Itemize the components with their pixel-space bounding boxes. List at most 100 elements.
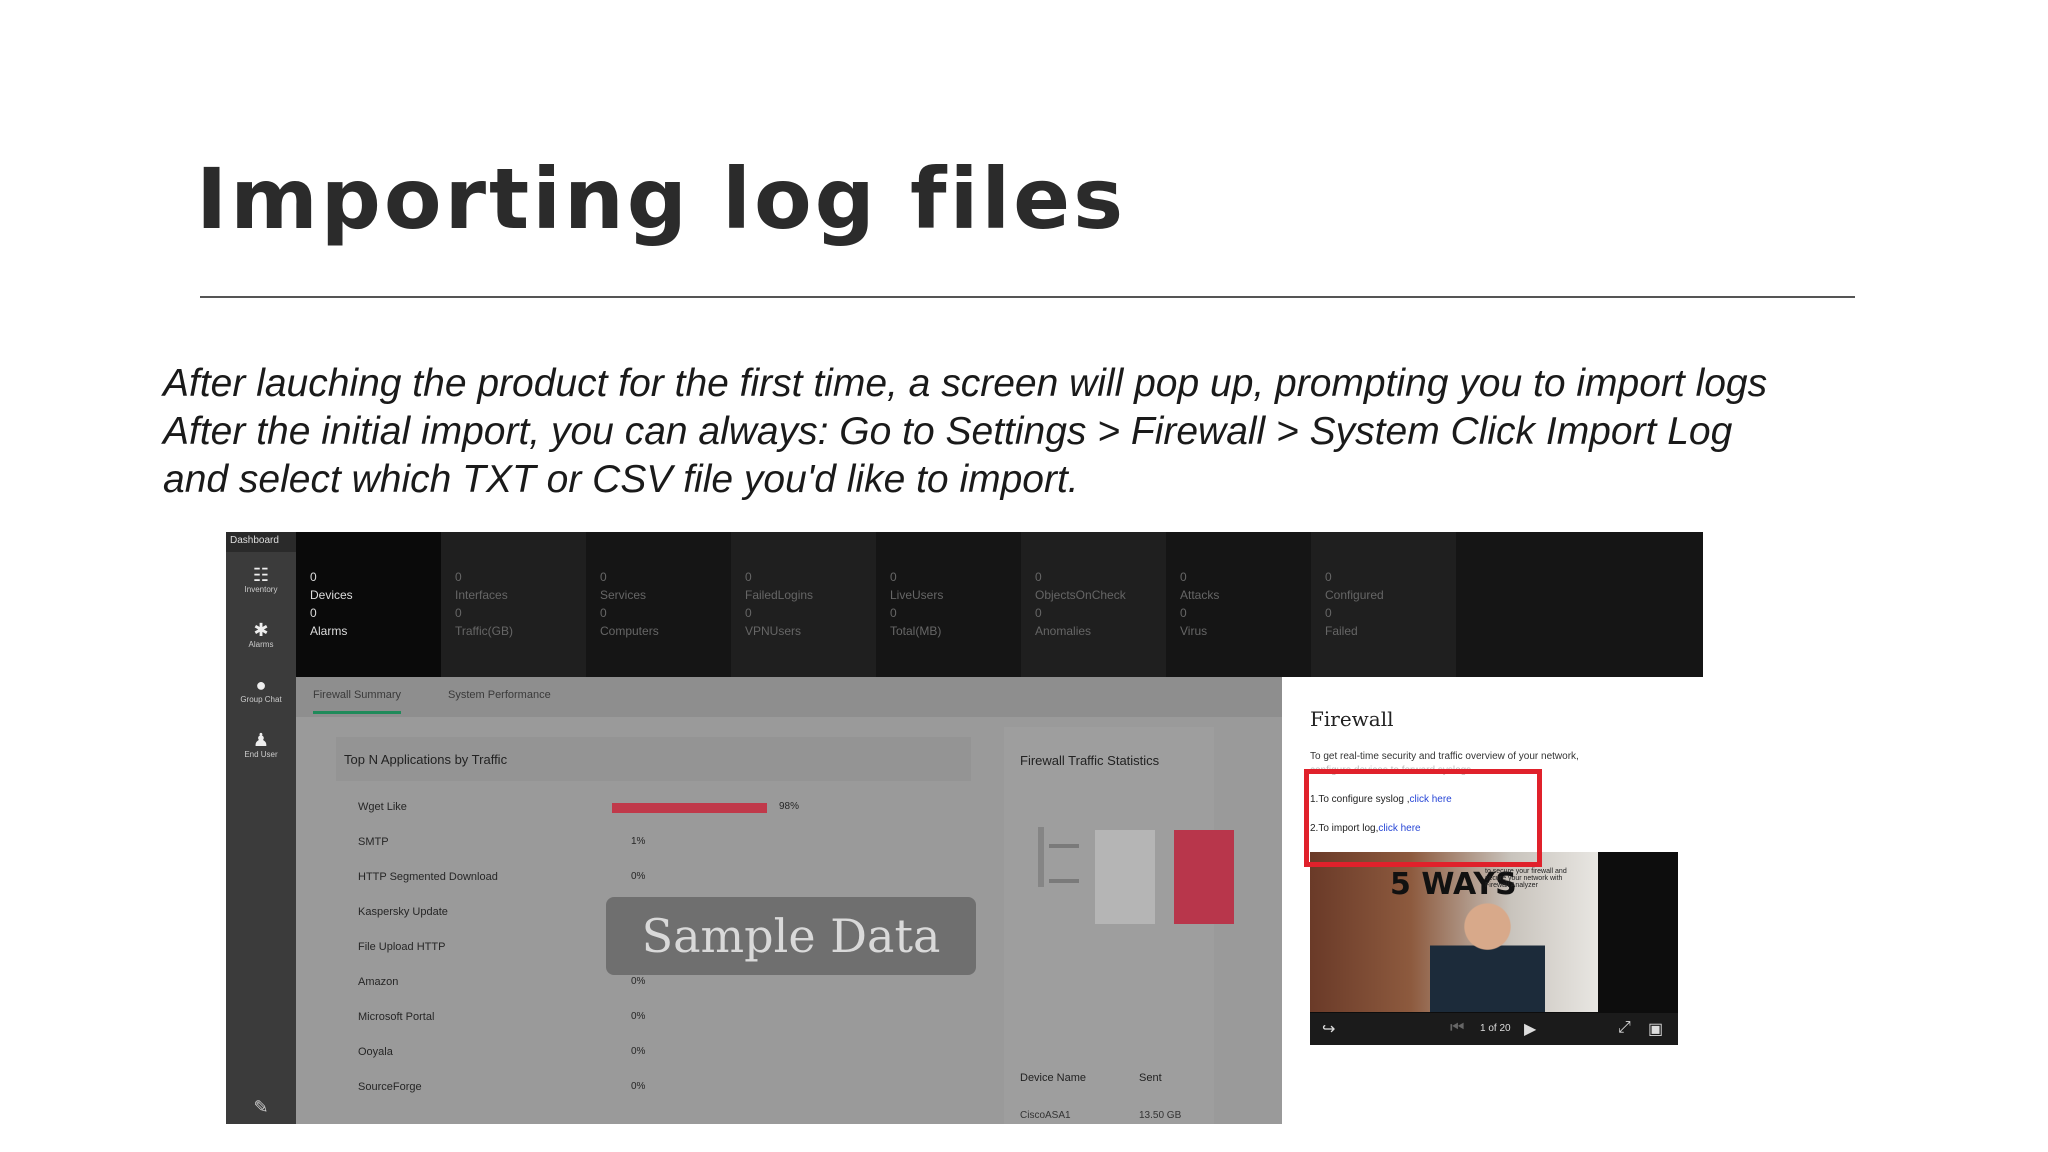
video-caption: to secure your firewall and secure your … xyxy=(1485,868,1567,889)
stat-value: 0 xyxy=(745,570,752,584)
sidebar: Dashboard ☷ Inventory ✱ Alarms ● Group C… xyxy=(226,532,296,1124)
stat-value: 0 xyxy=(890,570,897,584)
stat-value: 0 xyxy=(455,570,462,584)
slide-counter: 1 of 20 xyxy=(1480,1023,1511,1034)
app-row-percent: 0% xyxy=(631,871,646,882)
traffic-stats-panel: Firewall Traffic Statistics Device Name … xyxy=(1004,727,1234,1124)
chart-bar xyxy=(1095,830,1155,924)
sidebar-item-label: Group Chat xyxy=(240,695,282,704)
stat-liveusers-total[interactable]: 0 LiveUsers 0 Total(MB) xyxy=(876,532,1021,677)
chart-bar xyxy=(1174,830,1234,924)
app-row-name: Microsoft Portal xyxy=(358,1011,435,1023)
sidebar-item-label: Alarms xyxy=(248,640,274,649)
app-row-percent: 1% xyxy=(631,836,646,847)
share-icon[interactable]: ↪ xyxy=(1322,1019,1335,1039)
app-row-name: Ooyala xyxy=(358,1046,393,1058)
app-row-name: SourceForge xyxy=(358,1081,422,1093)
sidebar-item-alarms[interactable]: ✱ Alarms xyxy=(226,607,296,662)
body-line: and select which TXT or CSV file you'd l… xyxy=(163,458,1079,501)
settings-wrench-icon[interactable]: ✎ xyxy=(226,1097,296,1118)
video-person-image xyxy=(1430,890,1545,1012)
body-line: After lauching the product for the first… xyxy=(163,362,1768,405)
stat-value: 0 xyxy=(455,606,462,620)
stat-label: Virus xyxy=(1180,624,1208,638)
stat-value: 0 xyxy=(600,606,607,620)
firewall-popup: Firewall To get real-time security and t… xyxy=(1282,677,1703,1124)
stat-label: Total(MB) xyxy=(890,624,942,638)
stat-value: 0 xyxy=(1325,570,1332,584)
chart-axis xyxy=(1038,827,1044,887)
stat-label: Alarms xyxy=(310,624,348,638)
popup-title: Firewall xyxy=(1310,707,1394,731)
app-row-percent: 98% xyxy=(779,801,800,812)
sidebar-item-end-user[interactable]: ♟ End User xyxy=(226,717,296,772)
app-row-name: Kaspersky Update xyxy=(358,906,448,918)
app-row-percent: 0% xyxy=(631,1046,646,1057)
app-row-percent: 0% xyxy=(631,976,646,987)
stat-devices-alarms[interactable]: 0 Devices 0 Alarms xyxy=(296,532,441,677)
sample-data-overlay: Sample Data xyxy=(606,897,976,975)
stat-label: Devices xyxy=(310,588,353,602)
stat-label: Interfaces xyxy=(455,588,508,602)
table-header-sent: Sent xyxy=(1139,1072,1162,1084)
app-row-name: Wget Like xyxy=(358,801,407,813)
stat-value: 0 xyxy=(600,570,607,584)
stat-label: VPNUsers xyxy=(745,624,802,638)
app-row-percent: 0% xyxy=(631,1011,646,1022)
popup-description: To get real-time security and traffic ov… xyxy=(1310,751,1579,762)
stat-label: Anomalies xyxy=(1035,624,1092,638)
sidebar-header[interactable]: Dashboard xyxy=(226,532,296,552)
video-controls: ↪ ⏮ 1 of 20 ▶ ⤢ ▣ xyxy=(1310,1013,1678,1045)
highlight-box xyxy=(1304,769,1542,867)
stat-label: FailedLogins xyxy=(745,588,814,602)
previous-icon[interactable]: ⏮ xyxy=(1450,1019,1464,1037)
app-row-percent: 0% xyxy=(631,1081,646,1092)
app-row-bar xyxy=(612,803,767,813)
slide-title: Importing log files xyxy=(196,150,1127,248)
stat-label: Failed xyxy=(1325,624,1358,638)
stat-interfaces-traffic[interactable]: 0 Interfaces 0 Traffic(GB) xyxy=(441,532,586,677)
table-cell-sent: 13.50 GB xyxy=(1139,1110,1182,1121)
panel-title: Top N Applications by Traffic xyxy=(336,737,971,781)
video-player[interactable]: 5 WAYS to secure your firewall and secur… xyxy=(1310,852,1678,1045)
stat-label: Computers xyxy=(600,624,659,638)
play-icon[interactable]: ▶ xyxy=(1524,1019,1536,1039)
stat-attacks-virus[interactable]: 0 Attacks 0 Virus xyxy=(1166,532,1311,677)
stat-value: 0 xyxy=(745,606,752,620)
stat-label: Attacks xyxy=(1180,588,1220,602)
chat-bubble-icon: ● xyxy=(255,675,267,695)
stat-label: Traffic(GB) xyxy=(455,624,514,638)
fullscreen-icon[interactable]: ⤢ xyxy=(1618,1019,1631,1037)
title-divider xyxy=(200,296,1855,298)
user-icon: ♟ xyxy=(252,730,270,750)
sidebar-item-label: Inventory xyxy=(244,585,278,594)
app-row-name: Amazon xyxy=(358,976,399,988)
stat-label: Configured xyxy=(1325,588,1384,602)
stat-configured-failed[interactable]: 0 Configured 0 Failed xyxy=(1311,532,1456,677)
app-row-name: HTTP Segmented Download xyxy=(358,871,498,883)
sidebar-item-inventory[interactable]: ☷ Inventory xyxy=(226,552,296,607)
app-row-name: SMTP xyxy=(358,836,389,848)
stat-value: 0 xyxy=(310,570,317,584)
table-header-device: Device Name xyxy=(1020,1072,1087,1084)
linkedin-icon[interactable]: ▣ xyxy=(1648,1019,1663,1039)
stat-value: 0 xyxy=(1325,606,1332,620)
table-cell-device[interactable]: CiscoASA1 xyxy=(1020,1110,1071,1121)
stat-value: 0 xyxy=(1035,606,1042,620)
panel-title: Firewall Traffic Statistics xyxy=(1020,753,1160,768)
alarm-bug-icon: ✱ xyxy=(253,620,269,640)
stat-failedlogins-vpnusers[interactable]: 0 FailedLogins 0 VPNUsers xyxy=(731,532,876,677)
stat-services-computers[interactable]: 0 Services 0 Computers xyxy=(586,532,731,677)
body-line: After the initial import, you can always… xyxy=(163,410,1733,453)
stat-value: 0 xyxy=(1180,570,1187,584)
stat-label: ObjectsOnCheck xyxy=(1035,588,1126,602)
stat-objects-anomalies[interactable]: 0 ObjectsOnCheck 0 Anomalies xyxy=(1021,532,1166,677)
tab-firewall-summary[interactable]: Firewall Summary xyxy=(313,689,402,714)
stat-label: Services xyxy=(600,588,647,602)
stat-value: 0 xyxy=(890,606,897,620)
app-screenshot: Dashboard ☷ Inventory ✱ Alarms ● Group C… xyxy=(226,532,1703,1124)
tab-system-performance[interactable]: System Performance xyxy=(448,689,551,701)
legend-swatch xyxy=(1049,844,1079,848)
legend-swatch xyxy=(1049,879,1079,883)
sidebar-item-group-chat[interactable]: ● Group Chat xyxy=(226,662,296,717)
